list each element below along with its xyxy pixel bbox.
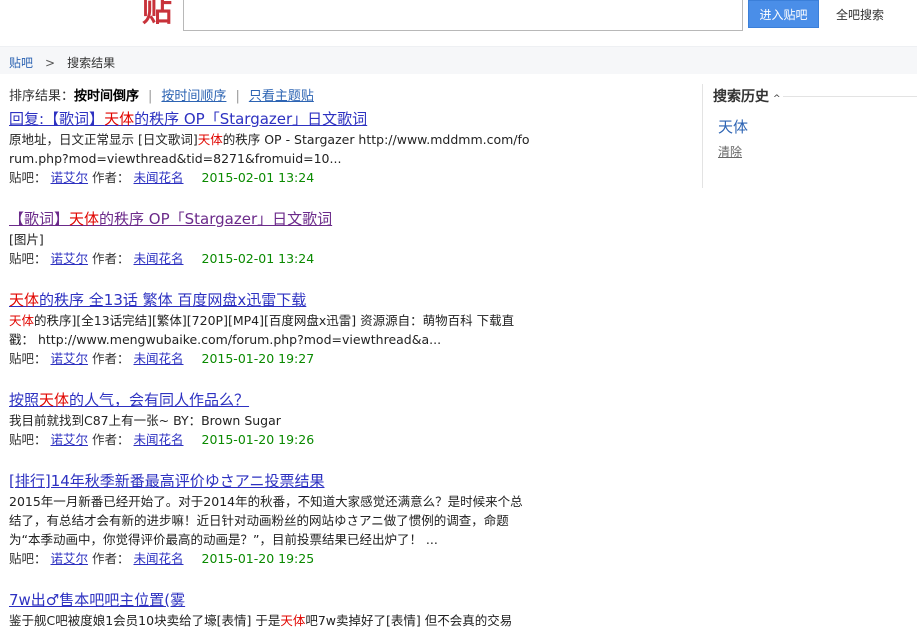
result-snippet: 天体的秩序][全13话完结][繁体][720P][MP4][百度网盘x迅雷] 资…	[9, 313, 515, 347]
result-meta: 贴吧： 诺艾尔 作者： 未闻花名 2015-02-01 13:24	[9, 251, 315, 266]
result-snippet: [图片]	[9, 232, 44, 247]
result-forum-link[interactable]: 诺艾尔	[51, 170, 89, 185]
result-title-link[interactable]: 7w出♂售本吧吧主位置(雾	[9, 589, 534, 611]
top-header: 贴 进入贴吧 全吧搜索	[0, 0, 917, 36]
result-item: 天体的秩序 全13话 繁体 百度网盘x迅雷下载 天体的秩序][全13话完结][繁…	[9, 289, 534, 368]
result-date: 2015-01-20 19:26	[201, 432, 315, 447]
result-snippet: 我目前就找到C87上有一张~ BY：Brown Sugar	[9, 413, 281, 428]
result-author-link[interactable]: 未闻花名	[134, 432, 184, 447]
result-author-link[interactable]: 未闻花名	[134, 551, 184, 566]
result-item: 7w出♂售本吧吧主位置(雾 鉴于舰C吧被度娘1会员10块卖给了壕[表情] 于是天…	[9, 589, 534, 630]
breadcrumb-bar: 贴吧 > 搜索结果	[0, 46, 917, 74]
history-item-link[interactable]: 天体	[718, 116, 748, 137]
result-snippet: 鉴于舰C吧被度娘1会员10块卖给了壕[表情] 于是天体吧7w卖掉好了[表情] 但…	[9, 613, 513, 628]
result-forum-link[interactable]: 诺艾尔	[51, 351, 89, 366]
search-input[interactable]	[183, 0, 743, 31]
breadcrumb-home-link[interactable]: 贴吧	[9, 56, 33, 70]
collapse-caret-icon[interactable]: ^	[773, 94, 781, 104]
sort-bar: 排序结果：按时间倒序 | 按时间顺序 | 只看主题贴	[9, 89, 314, 104]
result-item: 回复:【歌词】天体的秩序 OP「Stargazer」日文歌词 原地址，日文正常显…	[9, 108, 534, 187]
result-forum-link[interactable]: 诺艾尔	[51, 551, 89, 566]
divider	[783, 96, 917, 97]
tieba-logo[interactable]: 贴	[142, 0, 174, 30]
search-history-panel: 搜索历史 ^ 天体 清除	[702, 84, 917, 188]
result-meta: 贴吧： 诺艾尔 作者： 未闻花名 2015-01-20 19:27	[9, 351, 315, 366]
result-title-link[interactable]: [排行]14年秋季新番最高评价ゆさアニ投票结果	[9, 470, 534, 492]
result-title-link[interactable]: 回复:【歌词】天体的秩序 OP「Stargazer」日文歌词	[9, 108, 534, 130]
result-author-link[interactable]: 未闻花名	[134, 170, 184, 185]
result-forum-link[interactable]: 诺艾尔	[51, 251, 89, 266]
breadcrumb: 贴吧 > 搜索结果	[9, 54, 115, 71]
only-topics-link[interactable]: 只看主题贴	[249, 89, 314, 104]
sort-current: 按时间倒序	[74, 89, 140, 104]
result-date: 2015-01-20 19:25	[201, 551, 315, 566]
result-snippet: 2015年一月新番已经开始了。对于2014年的秋番，不知道大家感觉还满意么？是时…	[9, 494, 523, 547]
result-meta: 贴吧： 诺艾尔 作者： 未闻花名 2015-01-20 19:26	[9, 432, 315, 447]
clear-history-link[interactable]: 清除	[718, 143, 742, 160]
breadcrumb-separator: >	[45, 56, 56, 70]
result-author-link[interactable]: 未闻花名	[134, 251, 184, 266]
search-results: 回复:【歌词】天体的秩序 OP「Stargazer」日文歌词 原地址，日文正常显…	[9, 108, 534, 641]
result-meta: 贴吧： 诺艾尔 作者： 未闻花名 2015-01-20 19:25	[9, 551, 315, 566]
sort-time-asc-link[interactable]: 按时间顺序	[161, 89, 226, 104]
search-history-title[interactable]: 搜索历史 ^	[713, 86, 781, 106]
result-title-link[interactable]: 天体的秩序 全13话 繁体 百度网盘x迅雷下载	[9, 289, 534, 311]
result-item: [排行]14年秋季新番最高评价ゆさアニ投票结果 2015年一月新番已经开始了。对…	[9, 470, 534, 568]
result-title-link[interactable]: 按照天体的人气，会有同人作品么？	[9, 389, 534, 411]
result-date: 2015-02-01 13:24	[201, 170, 315, 185]
result-title-link[interactable]: 【歌词】天体的秩序 OP「Stargazer」日文歌词	[9, 208, 534, 230]
result-forum-link[interactable]: 诺艾尔	[51, 432, 89, 447]
result-author-link[interactable]: 未闻花名	[134, 351, 184, 366]
sort-label: 排序结果：	[9, 89, 75, 104]
result-meta: 贴吧： 诺艾尔 作者： 未闻花名 2015-02-01 13:24	[9, 170, 315, 185]
all-forum-search-button[interactable]: 全吧搜索	[836, 6, 884, 23]
result-date: 2015-01-20 19:27	[201, 351, 315, 366]
result-item: 【歌词】天体的秩序 OP「Stargazer」日文歌词 [图片] 贴吧： 诺艾尔…	[9, 208, 534, 268]
result-date: 2015-02-01 13:24	[201, 251, 315, 266]
result-item: 按照天体的人气，会有同人作品么？ 我目前就找到C87上有一张~ BY：Brown…	[9, 389, 534, 449]
enter-forum-button[interactable]: 进入贴吧	[748, 0, 819, 28]
result-snippet: 原地址，日文正常显示 [日文歌词]天体的秩序 OP - Stargazer ht…	[9, 132, 530, 166]
breadcrumb-current: 搜索结果	[67, 56, 116, 70]
